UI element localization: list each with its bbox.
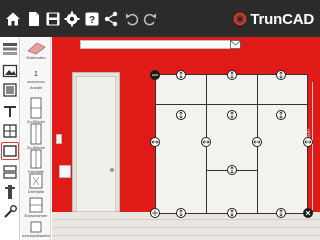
eraser-icon [27,42,46,55]
svg-text:?: ? [89,15,95,26]
palette-label: Anzahl [29,85,43,90]
undo-icon[interactable] [123,10,141,28]
delete-handle[interactable] [303,208,313,218]
palette-label: Eckscharnier [24,213,48,218]
save-icon[interactable] [44,10,62,28]
hinge-door-icon [30,149,42,169]
panel-divider [155,104,308,105]
materials-icon[interactable] [2,41,18,57]
element-palette: Eckfronten 1 Anzahl Zu-Blöcke Zu-Blöcke … [21,37,51,240]
settings-icon[interactable] [63,10,81,28]
palette-label: Innenaufbauten [22,233,50,238]
palette-value: 1 [34,71,38,78]
top-toolbar: ? TrunCAD [0,0,320,37]
interior-icon [30,221,42,233]
divider-icon[interactable] [2,123,18,139]
shelf-icon[interactable] [2,103,18,119]
palette-label: Eckfronten [26,55,46,60]
resize-handle-vertical[interactable] [227,208,237,218]
resize-handle-vertical[interactable] [176,70,186,80]
resize-handle-vertical[interactable] [276,208,286,218]
redo-icon[interactable] [141,10,159,28]
resize-handle-vertical[interactable] [227,70,237,80]
hardware-icon[interactable] [2,184,18,200]
resize-handle-horizontal[interactable] [201,137,211,147]
mail-icon[interactable] [230,40,241,49]
light-switch [56,134,62,144]
panel-icon[interactable] [2,82,18,98]
brand-logo: TrunCAD [233,9,314,29]
resize-handle-horizontal[interactable] [303,137,313,147]
cabinet-tall-icon [30,97,42,119]
resize-handle-horizontal[interactable] [252,137,262,147]
design-canvas[interactable]: 2800 [52,37,320,240]
palette-item-blocks-1[interactable]: Zu-Blöcke [22,97,50,124]
move-handle[interactable] [150,208,160,218]
tool-sidebar [0,37,20,240]
palette-item-blocks-2[interactable]: Zu-Blöcke [22,123,50,150]
palette-item-anzahl[interactable]: 1 Anzahl [22,71,50,90]
wall-outlet [59,165,71,178]
palette-label: Drehfalte [27,189,45,194]
resize-handle-vertical[interactable] [176,208,186,218]
help-icon[interactable]: ? [83,10,101,28]
name-input[interactable] [80,40,240,49]
truncad-logo-icon [234,12,247,26]
palette-item-drehfalte-1[interactable]: Drehfalte [22,149,50,174]
truncad-app: ? TrunCAD Eckfronten 1 Anzahl Zu-Blöcke … [0,0,320,240]
image-icon[interactable] [2,63,18,79]
brand-name: TrunCAD [250,10,314,28]
resize-handle-vertical[interactable] [276,110,286,120]
door-handle [110,168,114,172]
menu-handle[interactable] [150,70,160,80]
tool-icon[interactable] [2,204,18,220]
resize-handle-vertical[interactable] [227,110,237,120]
front-icon[interactable] [1,142,19,160]
cabinet-split-icon [30,123,42,145]
palette-item-drehfalte-2[interactable]: Drehfalte [22,173,50,194]
palette-item-innenaufbauten[interactable]: Innenaufbauten [22,221,50,238]
resize-handle-horizontal[interactable] [150,137,160,147]
resize-handle-vertical[interactable] [276,70,286,80]
new-file-icon[interactable] [25,10,43,28]
resize-handle-vertical[interactable] [176,110,186,120]
palette-item-eckscharnier[interactable]: Eckscharnier [22,197,50,218]
share-icon[interactable] [102,10,120,28]
palette-item-eckfronten[interactable]: Eckfronten [22,41,50,60]
room-door [76,76,116,212]
dimension-line [312,82,313,210]
resize-handle-vertical[interactable] [227,165,237,175]
corner-hinge-icon [29,197,43,213]
fold-door-icon [29,173,43,189]
wardrobe-front[interactable] [155,74,308,214]
drawer-icon[interactable] [2,164,18,180]
home-icon[interactable] [4,10,22,28]
